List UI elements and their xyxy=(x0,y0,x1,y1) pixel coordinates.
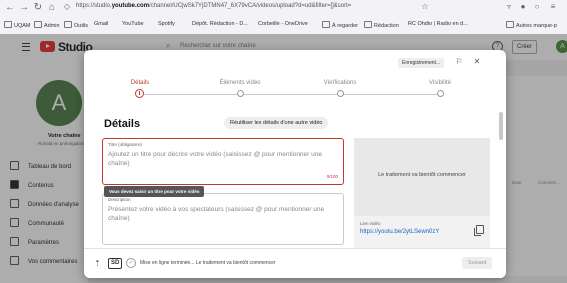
url-prefix: https://studio. xyxy=(76,3,112,9)
scrollbar[interactable] xyxy=(499,112,503,140)
bookmark-rc-ohdio[interactable]: RC Ohdio | Radio en d... xyxy=(408,21,468,27)
bookmark-gmail[interactable]: Gmail xyxy=(94,21,108,27)
step-video-elements[interactable]: Éléments vidéo xyxy=(210,80,270,97)
bookmark-onedrive[interactable]: Corbeille - OneDrive xyxy=(258,21,308,27)
back-icon[interactable]: ← xyxy=(4,2,16,14)
copy-icon[interactable] xyxy=(474,225,484,236)
extension-icon[interactable]: ● xyxy=(518,2,528,12)
title-required-tooltip: Vous devez saisir un titre pour votre vi… xyxy=(104,186,205,197)
upload-stepper: Détails Éléments vidéo Vérifications Vis… xyxy=(131,80,451,102)
video-preview: Le traitement va bientôt commencer xyxy=(354,138,490,216)
browser-chrome: ← → ↻ ⌂ ◇ https://studio.youtube.com/cha… xyxy=(0,0,567,35)
folder-icon xyxy=(34,21,42,28)
description-placeholder: Présentez votre vidéo à vos spectateurs … xyxy=(108,206,325,222)
account-icon[interactable]: ○ xyxy=(532,2,542,12)
step-visibility[interactable]: Visibilité xyxy=(410,80,470,97)
upload-status: Mise en ligne terminée... Le traitement … xyxy=(140,260,276,266)
folder-icon xyxy=(64,21,72,28)
description-field-label: Description xyxy=(108,197,131,202)
bookmark-autres[interactable]: Autres marque-p xyxy=(506,21,557,29)
description-field[interactable]: Description Présentez votre vidéo à vos … xyxy=(102,193,344,245)
video-link-box: Lien vidéo https://youtu.be/2ytLSewn0zY xyxy=(354,216,490,248)
bookmark-spotify[interactable]: Spotify xyxy=(158,21,175,27)
video-link-label: Lien vidéo xyxy=(360,221,381,226)
reuse-details-button[interactable]: Réutiliser les détails d'une autre vidéo xyxy=(224,117,329,129)
title-char-count: 0/100 xyxy=(326,174,338,179)
bookmark-a-regarder[interactable]: À regarder xyxy=(322,21,358,29)
stepper-line xyxy=(144,94,442,95)
step-dot-icon xyxy=(337,90,344,97)
next-button[interactable]: Suivant xyxy=(462,257,493,269)
bookmark-redaction[interactable]: Rédaction xyxy=(364,21,399,29)
sd-badge: SD xyxy=(108,258,123,269)
check-icon: ✓ xyxy=(126,258,136,268)
step-dot-icon xyxy=(237,90,244,97)
forward-icon[interactable]: → xyxy=(18,2,30,14)
step-dot-icon xyxy=(437,90,444,97)
feedback-flag-icon[interactable]: ⚐ xyxy=(454,57,464,67)
title-field-label: Titre (obligatoire) xyxy=(108,142,142,147)
folder-icon xyxy=(364,21,372,28)
address-row: ← → ↻ ⌂ ◇ https://studio.youtube.com/cha… xyxy=(0,0,567,18)
video-link[interactable]: https://youtu.be/2ytLSewn0zY xyxy=(360,229,439,235)
close-icon[interactable]: ✕ xyxy=(472,57,482,67)
folder-icon xyxy=(322,21,330,28)
shield-icon[interactable]: ◇ xyxy=(62,2,72,12)
bookmark-depot[interactable]: Dépôt. Rédaction - D... xyxy=(192,21,248,27)
bookmark-outils[interactable]: Outils xyxy=(64,21,88,29)
section-title: Détails xyxy=(104,118,141,130)
dialog-footer: ⇡ SD ✓ Mise en ligne terminée... Le trai… xyxy=(84,248,506,278)
bookmark-youtube[interactable]: YouTube xyxy=(122,21,144,27)
star-icon[interactable]: ☆ xyxy=(420,2,430,12)
url-path: /channel/UCjwSk7YjDTMN47_6X79vCA/videos/… xyxy=(149,3,352,9)
processing-message: Le traitement va bientôt commencer xyxy=(378,172,466,178)
title-placeholder: Ajoutez un titre pour décrire votre vidé… xyxy=(108,151,322,167)
upload-dialog: Enregistrement... ⚐ ✕ Détails Éléments v… xyxy=(84,50,506,278)
address-bar[interactable]: https://studio.youtube.com/channel/UCjwS… xyxy=(76,3,351,9)
url-domain: youtube.com xyxy=(111,3,150,9)
folder-icon xyxy=(4,21,12,28)
folder-icon xyxy=(506,21,514,28)
step-error-icon xyxy=(135,89,144,98)
pocket-icon[interactable]: ▿ xyxy=(504,2,514,12)
bookmark-uqam[interactable]: UQAM xyxy=(4,21,31,29)
upload-icon: ⇡ xyxy=(94,259,101,268)
bookmarks-bar: UQAM Admin Outils Gmail YouTube Spotify … xyxy=(0,18,567,33)
step-details[interactable]: Détails xyxy=(110,80,170,98)
home-icon[interactable]: ⌂ xyxy=(46,2,58,14)
step-checks[interactable]: Vérifications xyxy=(310,80,370,97)
bookmark-admin[interactable]: Admin xyxy=(34,21,60,29)
reload-icon[interactable]: ↻ xyxy=(32,2,44,14)
title-field[interactable]: Titre (obligatoire) Ajoutez un titre pou… xyxy=(102,138,344,185)
saving-status: Enregistrement... xyxy=(398,58,445,68)
menu-icon[interactable]: ≡ xyxy=(548,2,558,12)
